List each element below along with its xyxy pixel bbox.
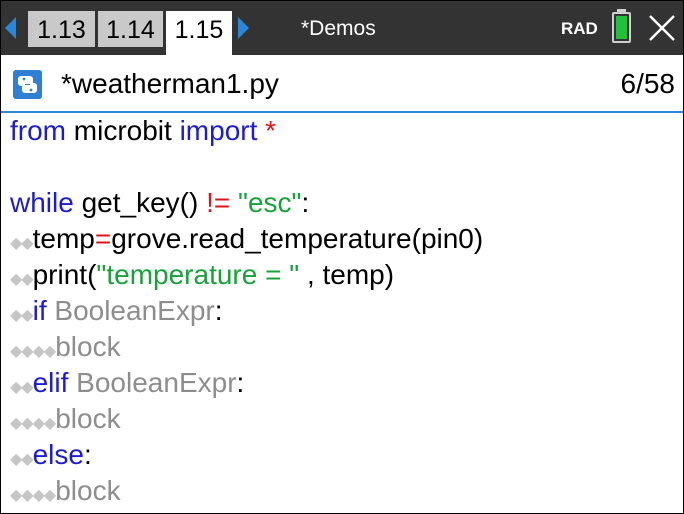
get-key-call: get_key() (73, 187, 207, 218)
code-line-6[interactable]: ◆◆if BooleanExpr: (10, 293, 223, 329)
title-bar: 1.13 1.14 1.15 *Demos RAD (1, 1, 683, 55)
close-icon[interactable] (647, 13, 677, 43)
print-args: , temp) (299, 259, 395, 290)
tab-1-14[interactable]: 1.14 (98, 11, 163, 47)
code-line-1[interactable]: from microbit import * (10, 113, 276, 149)
keyword-while: while (10, 187, 74, 218)
next-tab-arrow-icon[interactable] (238, 17, 249, 39)
prev-tab-arrow-icon[interactable] (5, 17, 16, 39)
indent-marker: ◆◆ (10, 271, 34, 288)
placeholder-block[interactable]: block (55, 403, 120, 434)
code-line-4[interactable]: ◆◆temp=grove.read_temperature(pin0) (10, 221, 483, 257)
variable-temp: temp (32, 223, 95, 254)
placeholder-boolean-expr[interactable]: BooleanExpr (47, 295, 214, 326)
import-star: * (257, 115, 277, 146)
line-position: 6/58 (620, 68, 676, 99)
keyword-else: else (32, 439, 84, 470)
code-line-9[interactable]: ◆◆◆◆block (10, 401, 121, 437)
placeholder-block[interactable]: block (55, 475, 120, 506)
colon: : (236, 367, 245, 398)
code-line-5[interactable]: ◆◆print("temperature = " , temp) (10, 257, 394, 293)
indent-marker: ◆◆ (10, 307, 34, 324)
read-temperature-call: grove.read_temperature(pin0) (111, 223, 484, 254)
placeholder-block[interactable]: block (55, 331, 120, 362)
keyword-import: import (179, 115, 258, 146)
assign-operator: = (94, 223, 112, 254)
indent-marker: ◆◆◆◆ (10, 487, 56, 504)
code-line-3[interactable]: while get_key() != "esc": (10, 185, 309, 221)
indent-marker: ◆◆ (10, 451, 34, 468)
string-temperature: "temperature = " (96, 259, 300, 290)
indent-marker: ◆◆ (10, 235, 34, 252)
colon: : (214, 295, 223, 326)
code-editor[interactable]: from microbit import * while get_key() !… (1, 113, 683, 513)
indent-marker: ◆◆◆◆ (10, 415, 56, 432)
code-line-8[interactable]: ◆◆elif BooleanExpr: (10, 365, 244, 401)
python-icon (13, 70, 42, 99)
calculator-screen: 1.13 1.14 1.15 *Demos RAD *weatherman1.p… (0, 0, 684, 514)
indent-marker: ◆◆ (10, 379, 34, 396)
battery-icon (612, 12, 631, 43)
code-line-7[interactable]: ◆◆◆◆block (10, 329, 121, 365)
angle-mode-indicator: RAD (561, 19, 598, 38)
editor-header: *weatherman1.py 6/58 (1, 55, 683, 113)
editor-filename: *weatherman1.py (61, 68, 279, 99)
keyword-if: if (32, 295, 47, 326)
colon: : (301, 187, 310, 218)
string-esc: "esc" (238, 187, 302, 218)
code-line-11[interactable]: ◆◆◆◆block (10, 473, 121, 509)
print-call: print( (32, 259, 97, 290)
placeholder-boolean-expr[interactable]: BooleanExpr (68, 367, 236, 398)
tab-1-13[interactable]: 1.13 (28, 11, 95, 47)
not-equal-operator: != (206, 187, 231, 218)
document-title: *Demos (301, 17, 376, 40)
keyword-elif: elif (32, 367, 69, 398)
colon: : (83, 439, 92, 470)
indent-marker: ◆◆◆◆ (10, 343, 56, 360)
module-name: microbit (66, 115, 180, 146)
code-line-10[interactable]: ◆◆else: (10, 437, 92, 473)
keyword-from: from (10, 115, 66, 146)
tab-1-15-active[interactable]: 1.15 (166, 11, 232, 55)
